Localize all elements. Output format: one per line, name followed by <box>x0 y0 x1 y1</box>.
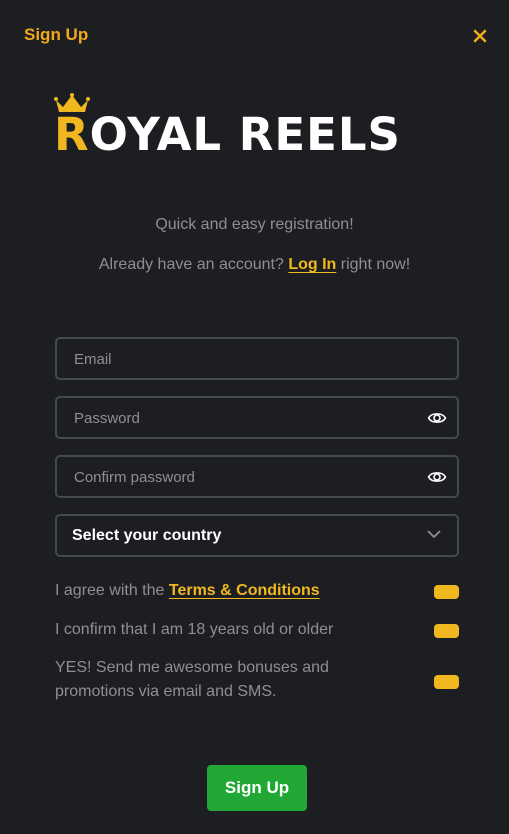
promo-consent-text: YES! Send me awesome bonuses and promoti… <box>55 659 329 700</box>
modal-title: Sign Up <box>24 25 89 44</box>
confirm-password-field-wrapper <box>55 455 459 498</box>
login-prompt-suffix: right now! <box>340 256 411 273</box>
age-consent-row: I confirm that I am 18 years old or olde… <box>55 618 459 642</box>
terms-consent-text: I agree with the Terms & Conditions <box>55 579 385 603</box>
login-link[interactable]: Log In <box>288 256 336 273</box>
password-field-wrapper <box>55 396 459 439</box>
password-field[interactable] <box>72 398 416 439</box>
email-field[interactable] <box>72 339 416 380</box>
terms-consent-row: I agree with the Terms & Conditions <box>55 579 459 603</box>
confirm-password-field[interactable] <box>72 457 416 498</box>
terms-toggle[interactable] <box>434 585 459 599</box>
age-toggle[interactable] <box>434 624 459 638</box>
registration-subtitle: Quick and easy registration! <box>155 216 354 233</box>
age-consent-text: I confirm that I am 18 years old or olde… <box>55 621 334 638</box>
sign-up-button[interactable]: Sign Up <box>207 765 307 811</box>
eye-icon[interactable] <box>427 467 447 487</box>
login-prompt: Already have an account? Log In right no… <box>0 256 509 274</box>
country-select[interactable]: Select your country <box>55 514 459 557</box>
logo-first-letter: R <box>54 108 90 161</box>
terms-consent-prefix: I agree with the <box>55 582 165 599</box>
logo-rest: OYAL REELS <box>89 108 401 161</box>
eye-icon[interactable] <box>427 408 447 428</box>
terms-link[interactable]: Terms & Conditions <box>169 582 320 599</box>
email-field-wrapper <box>55 337 459 380</box>
country-select-label: Select your country <box>72 527 222 544</box>
royal-reels-logo: ROYAL REELS <box>54 92 454 162</box>
close-icon[interactable] <box>470 26 490 46</box>
promo-consent-row: YES! Send me awesome bonuses and promoti… <box>55 656 459 704</box>
chevron-down-icon <box>427 530 441 539</box>
login-prompt-prefix: Already have an account? <box>98 256 284 273</box>
promo-toggle[interactable] <box>434 675 459 689</box>
logo-wordmark: ROYAL REELS <box>54 108 401 161</box>
